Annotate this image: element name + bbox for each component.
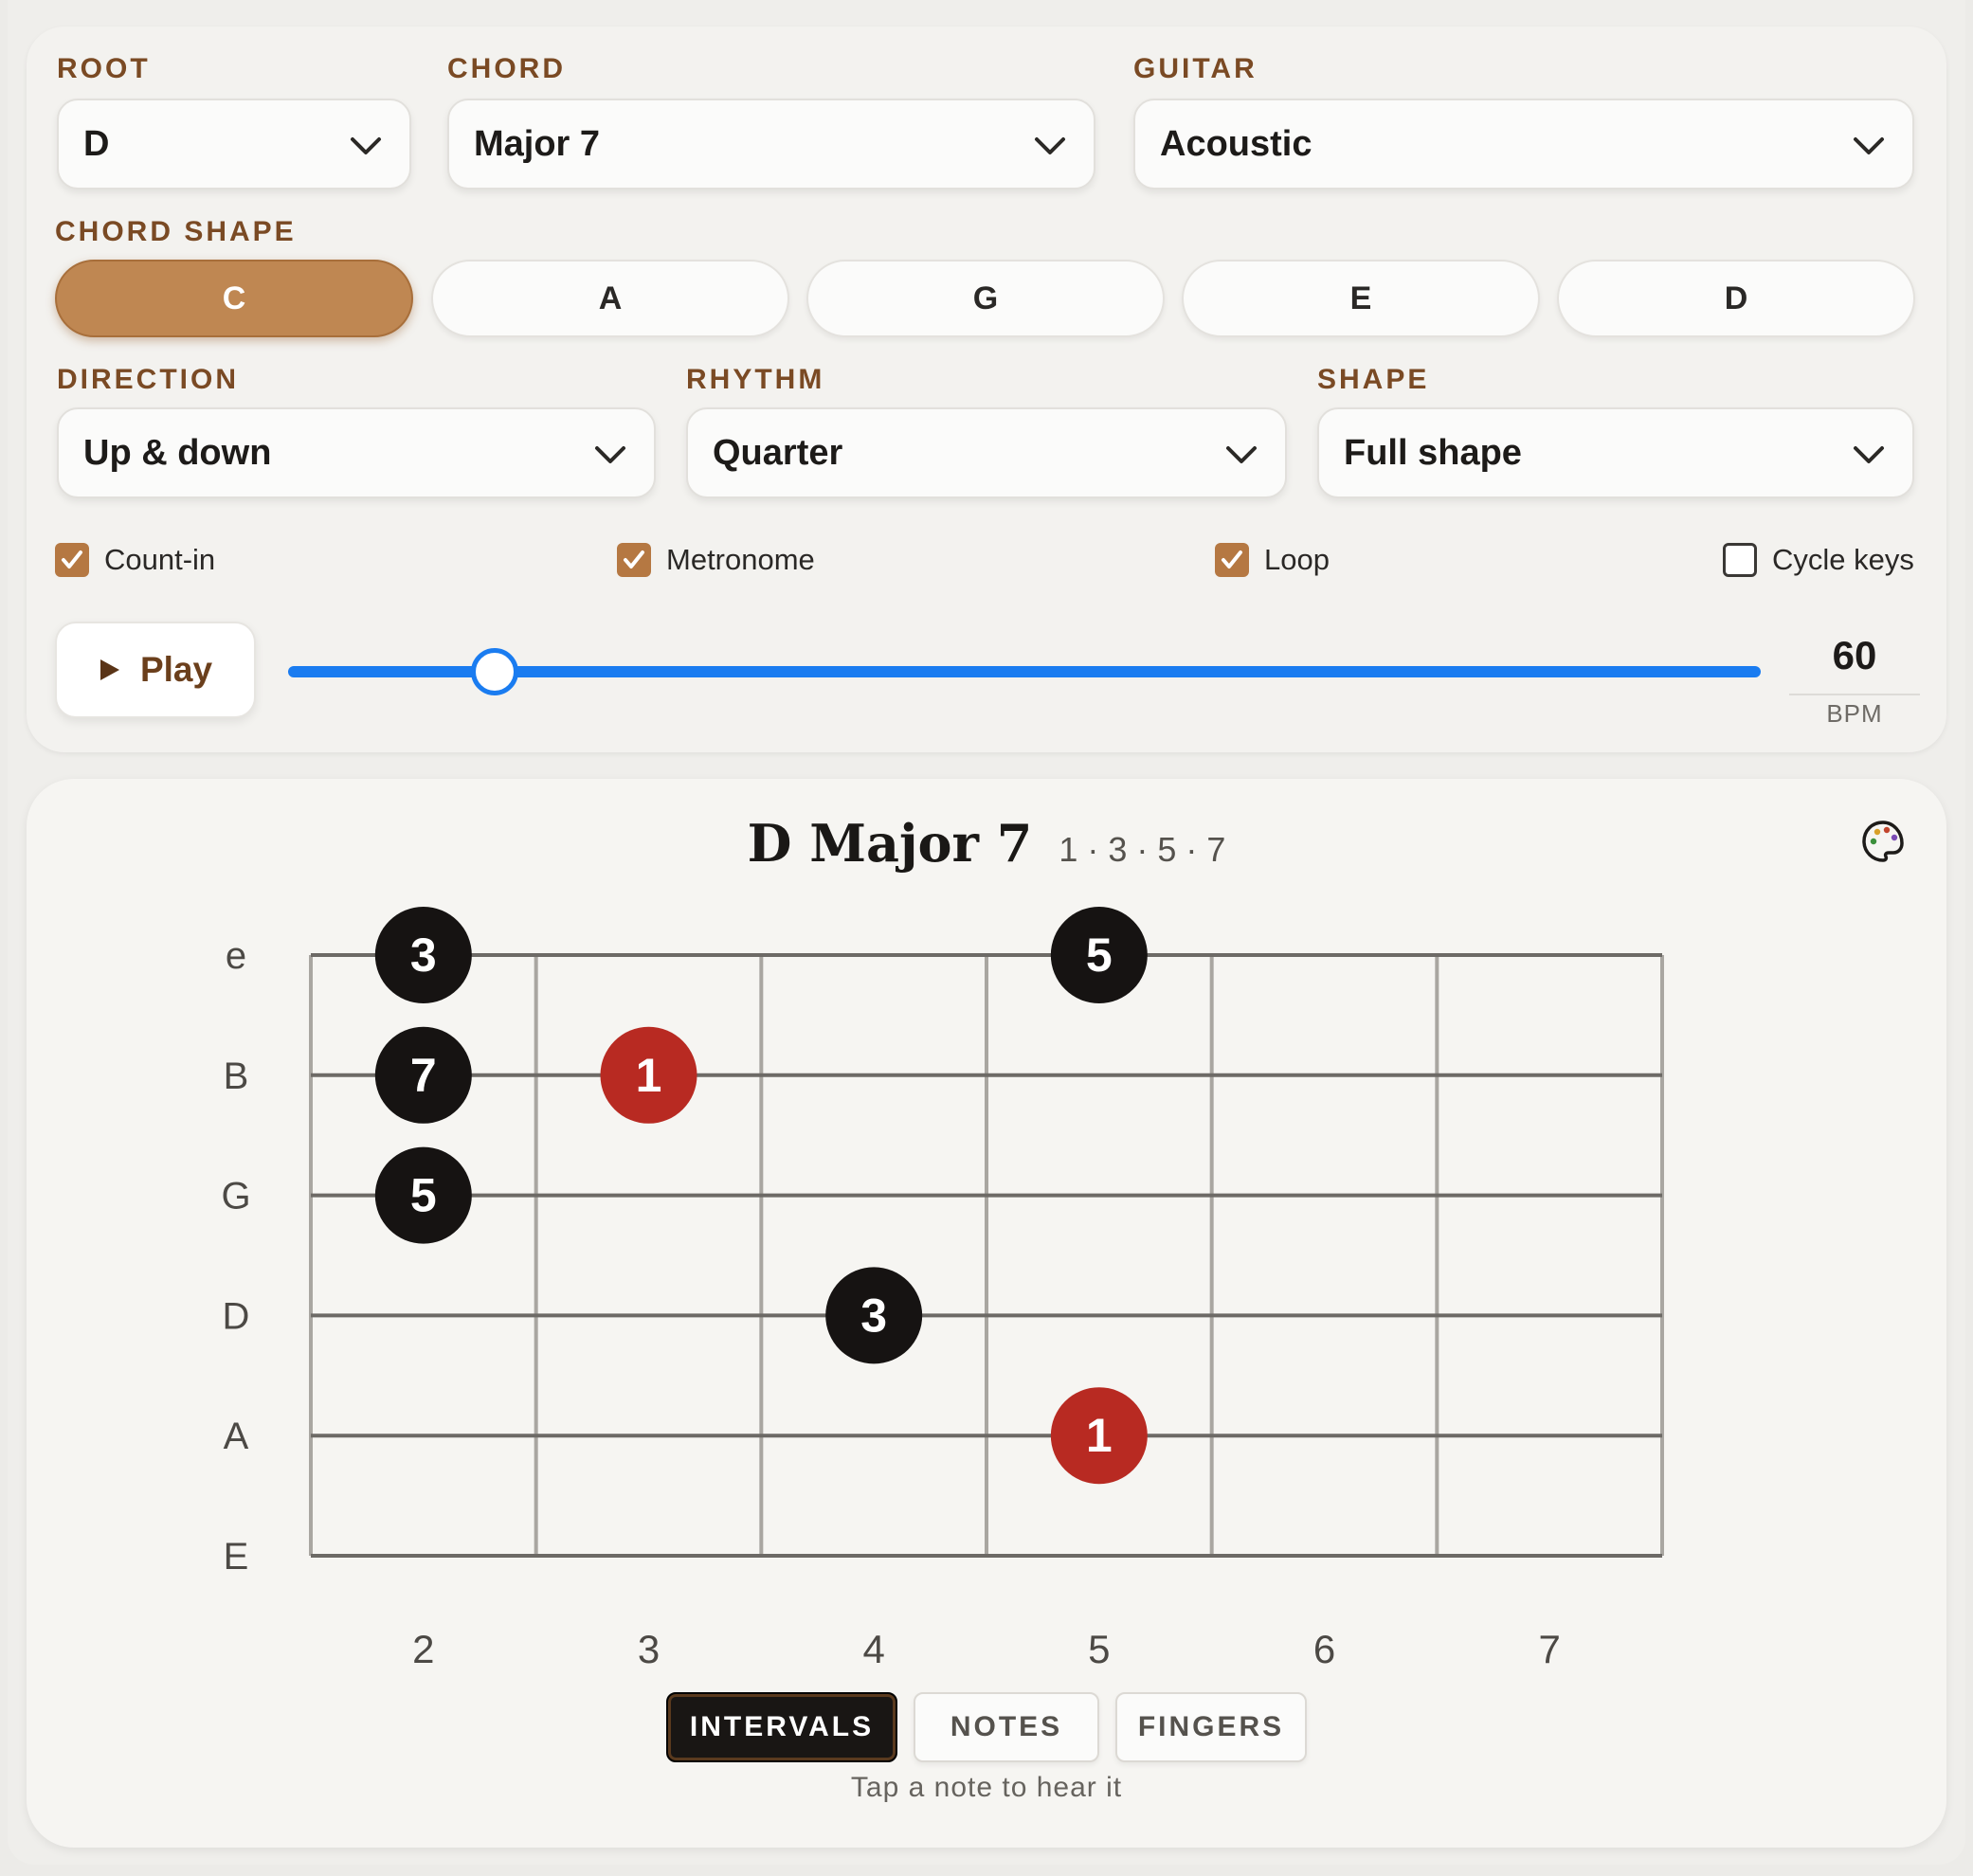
tempo-slider-thumb[interactable]: [470, 648, 518, 695]
shape-option-d[interactable]: D: [1557, 260, 1915, 337]
chevron-down-icon: [595, 446, 625, 463]
chord-label: CHORD: [447, 53, 566, 84]
cycle-keys-checkbox[interactable]: Cycle keys: [1723, 543, 1914, 577]
rhythm-label: RHYTHM: [686, 364, 825, 395]
shape-option-g[interactable]: G: [806, 260, 1165, 337]
check-icon: [617, 543, 651, 577]
tab-fingers[interactable]: FINGERS: [1115, 1692, 1307, 1762]
checkbox-empty: [1723, 543, 1757, 577]
direction-label: DIRECTION: [57, 364, 239, 395]
chevron-down-icon: [1854, 446, 1884, 463]
direction-value: Up & down: [83, 432, 272, 473]
root-label: ROOT: [57, 53, 151, 84]
tab-intervals[interactable]: INTERVALS: [666, 1692, 897, 1762]
chord-value: Major 7: [474, 123, 601, 164]
shape-option-a[interactable]: A: [431, 260, 789, 337]
hint-text: Tap a note to hear it: [850, 1772, 1123, 1803]
chevron-down-icon: [1226, 446, 1257, 463]
tempo-unit: BPM: [1826, 699, 1883, 728]
palette-icon[interactable]: [1860, 819, 1906, 864]
metronome-label: Metronome: [666, 543, 815, 576]
loop-label: Loop: [1264, 543, 1330, 576]
rhythm-select[interactable]: Quarter: [686, 407, 1287, 498]
shape-label: SHAPE: [1317, 364, 1430, 395]
check-icon: [55, 543, 89, 577]
shape-option-c[interactable]: C: [55, 260, 413, 337]
shape-value: Full shape: [1344, 432, 1522, 473]
tempo-value[interactable]: 60: [1789, 633, 1920, 678]
chord-title: D Major 7 1 · 3 · 5 · 7: [0, 813, 1973, 874]
loop-checkbox[interactable]: Loop: [1215, 543, 1330, 577]
root-select[interactable]: D: [57, 99, 411, 189]
play-button[interactable]: Play: [55, 622, 256, 718]
chord-select[interactable]: Major 7: [447, 99, 1095, 189]
rhythm-value: Quarter: [713, 432, 843, 473]
root-value: D: [83, 123, 110, 164]
direction-select[interactable]: Up & down: [57, 407, 656, 498]
chevron-down-icon: [1854, 137, 1884, 154]
chord-formula: 1 · 3 · 5 · 7: [1059, 830, 1226, 869]
chord-name: D Major 7: [747, 813, 1033, 874]
play-icon: [100, 659, 119, 680]
shape-select[interactable]: Full shape: [1317, 407, 1914, 498]
guitar-value: Acoustic: [1160, 123, 1312, 164]
count-in-label: Count-in: [104, 543, 216, 576]
play-label: Play: [139, 650, 213, 689]
metronome-checkbox[interactable]: Metronome: [617, 543, 815, 577]
tempo-underline: [1789, 694, 1920, 695]
chevron-down-icon: [1035, 137, 1065, 154]
shape-option-e[interactable]: E: [1182, 260, 1540, 337]
guitar-select[interactable]: Acoustic: [1133, 99, 1914, 189]
count-in-checkbox[interactable]: Count-in: [55, 543, 215, 577]
guitar-label: GUITAR: [1133, 53, 1258, 84]
tab-notes[interactable]: NOTES: [914, 1692, 1099, 1762]
chevron-down-icon: [351, 137, 381, 154]
cycle-keys-label: Cycle keys: [1772, 543, 1914, 576]
check-icon: [1215, 543, 1249, 577]
chord-shape-label: CHORD SHAPE: [55, 216, 297, 247]
fretboard-card: [27, 779, 1946, 1848]
